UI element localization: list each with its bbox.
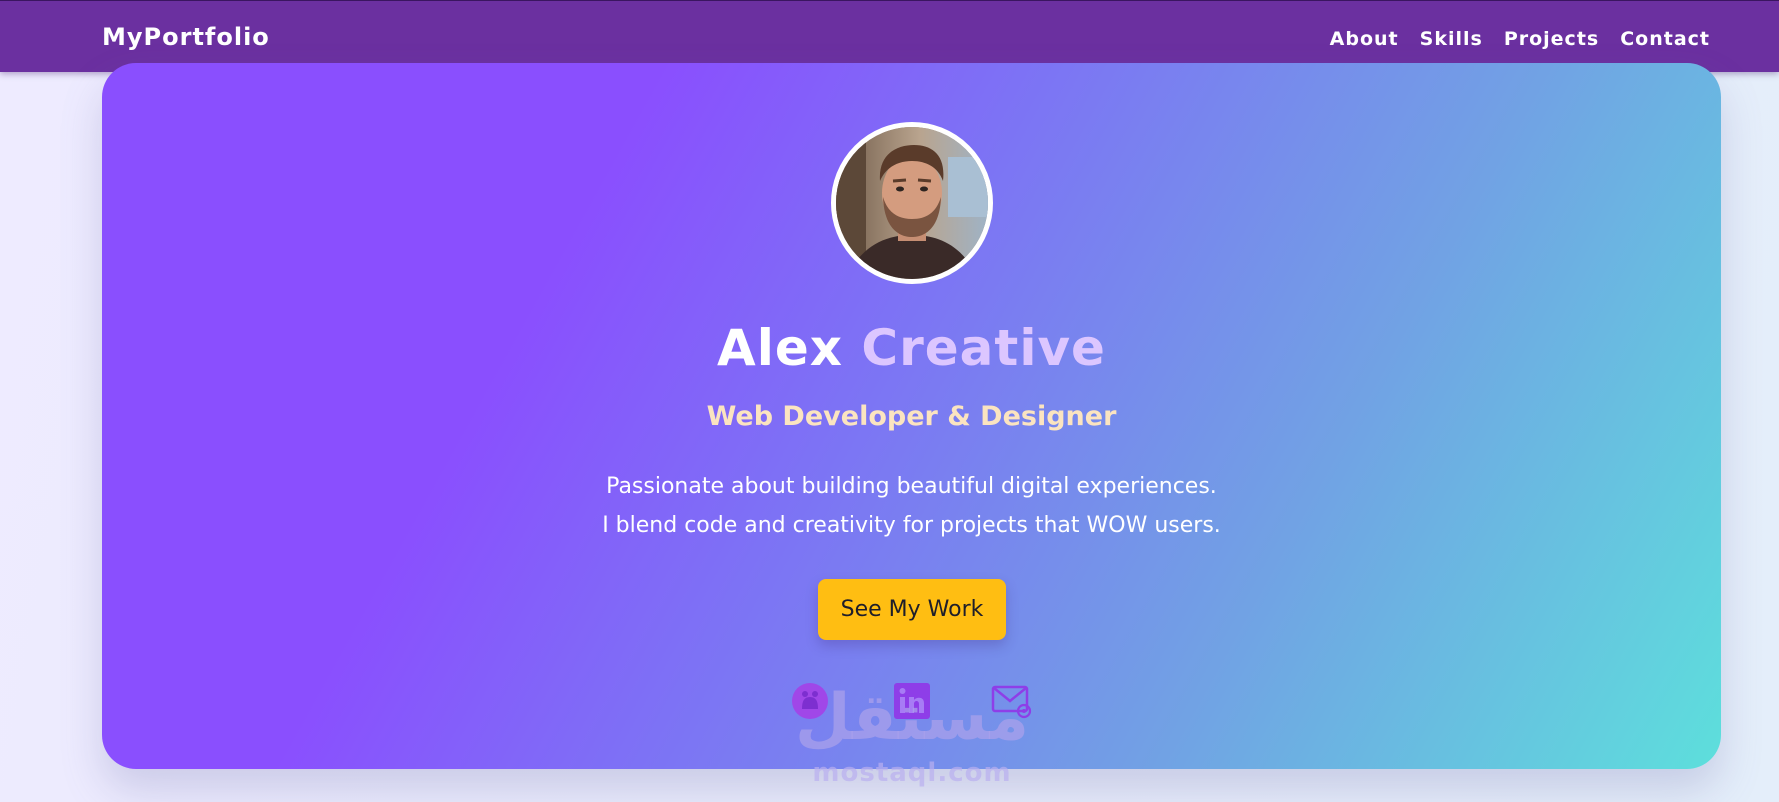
hero-description-line1: Passionate about building beautiful digi… (606, 474, 1217, 499)
hero-name: Alex Creative (102, 319, 1721, 377)
avatar-photo (836, 127, 988, 279)
hero-subtitle: Web Developer & Designer (706, 401, 1117, 432)
avatar (831, 122, 993, 284)
nav-links: About Skills Projects Contact (1330, 28, 1710, 50)
hero-name-second: Creative (861, 319, 1106, 377)
nav-link-about[interactable]: About (1330, 28, 1399, 50)
hero-card: Alex Creative Web Developer & Designer P… (102, 63, 1721, 788)
watermark-latin: mostaql.com (812, 758, 1012, 788)
hero-description-line2: I blend code and creativity for projects… (602, 513, 1221, 538)
brand-logo[interactable]: MyPortfolio (102, 23, 270, 51)
watermark-arabic: مستقل (794, 681, 1030, 755)
nav-link-projects[interactable]: Projects (1504, 28, 1599, 50)
navbar: MyPortfolio About Skills Projects Contac… (0, 0, 1779, 72)
see-my-work-button[interactable]: See My Work (818, 579, 1006, 640)
nav-link-contact[interactable]: Contact (1620, 28, 1710, 50)
hero-description: Passionate about building beautiful digi… (102, 467, 1721, 545)
hero-name-first: Alex (717, 319, 843, 377)
nav-link-skills[interactable]: Skills (1420, 28, 1483, 50)
